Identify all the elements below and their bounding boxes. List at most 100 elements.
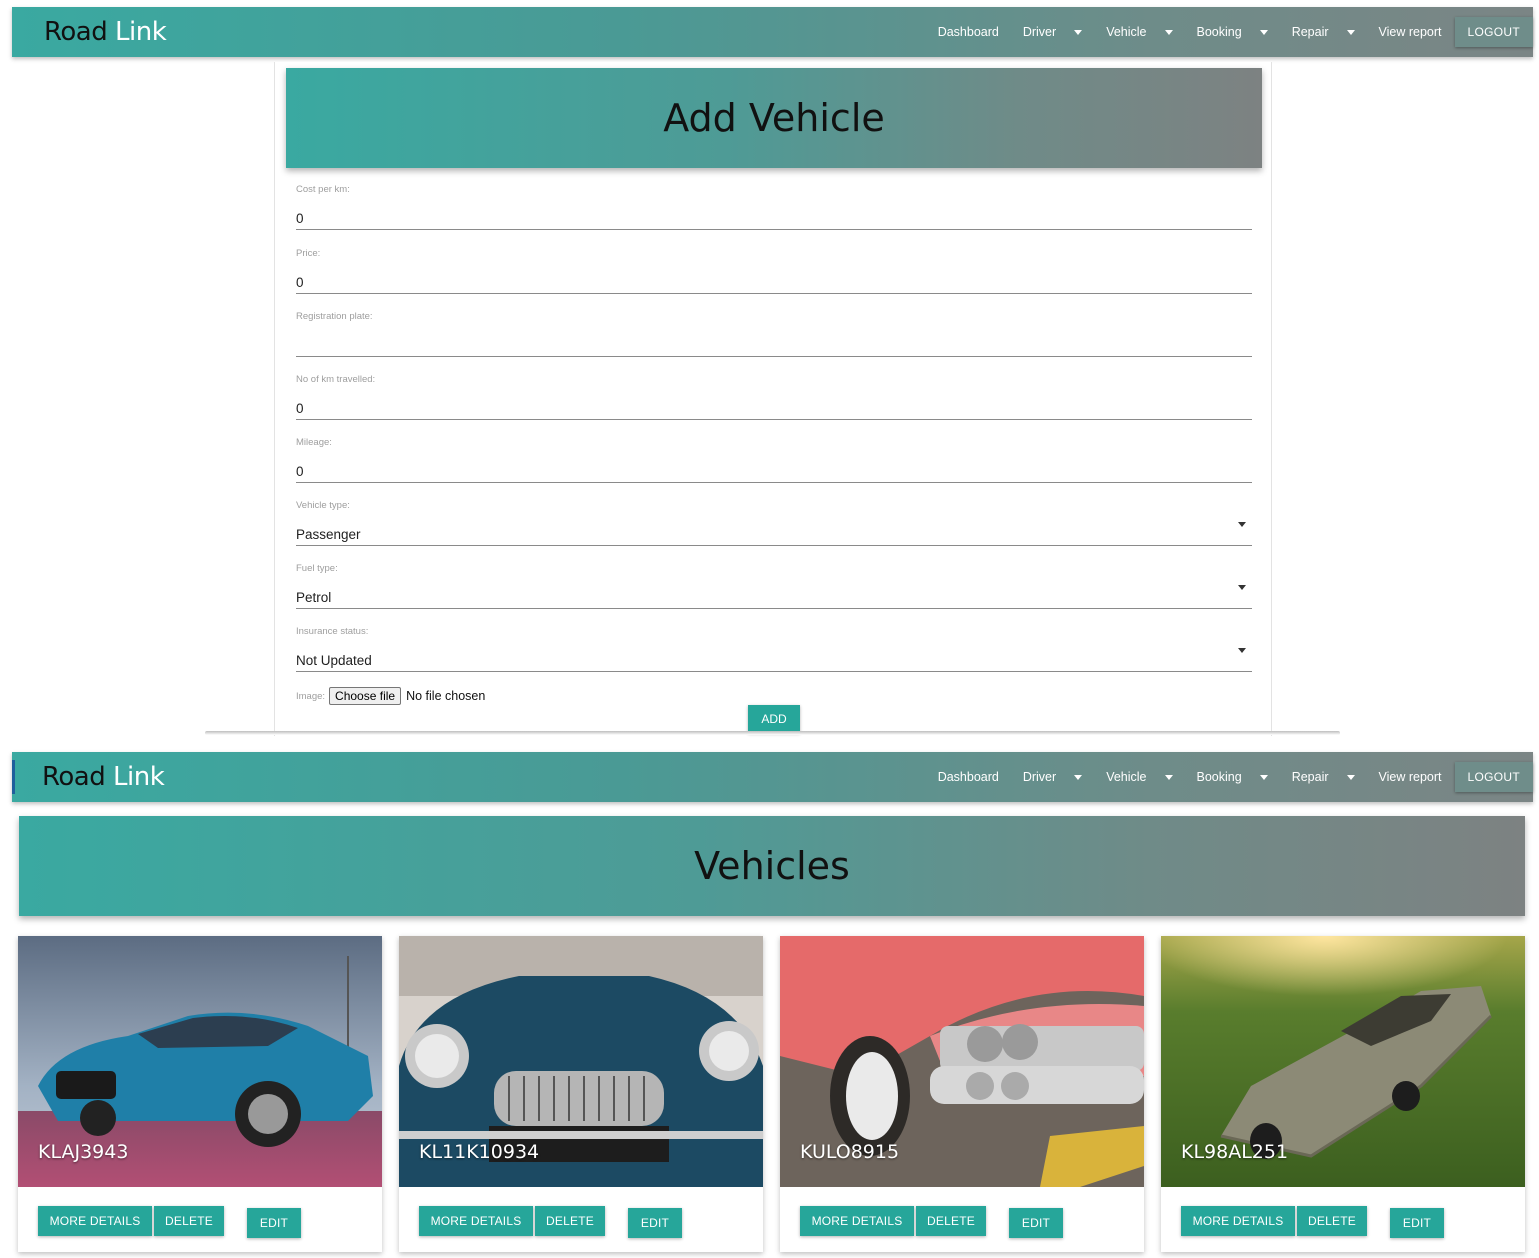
caret-down-icon (1074, 29, 1083, 35)
caret-down-icon (1074, 774, 1083, 780)
nav-driver-label: Driver (1022, 770, 1057, 784)
delete-button[interactable]: DELETE (535, 1206, 605, 1236)
insurance-status-field[interactable]: Insurance status: Not Updated (296, 626, 1252, 672)
edit-button[interactable]: EDIT (1009, 1208, 1063, 1238)
vehicle-card: KL98AL251 MORE DETAILS DELETE EDIT (1161, 936, 1525, 1252)
nav-driver-dropdown[interactable]: Driver (1011, 752, 1094, 802)
caret-down-icon (1346, 774, 1355, 780)
registration-plate-input[interactable] (296, 338, 1252, 356)
vehicle-card: KULO8915 MORE DETAILS DELETE EDIT (780, 936, 1144, 1252)
vehicles-header: Vehicles (19, 816, 1525, 916)
nav-dashboard-label: Dashboard (937, 25, 999, 39)
top-navbar: Road Link Dashboard Driver Vehicle Booki… (12, 7, 1533, 57)
price-field[interactable]: Price: 0 (296, 248, 1252, 294)
more-details-button[interactable]: MORE DETAILS (1181, 1206, 1295, 1236)
choose-file-button[interactable]: Choose file (329, 687, 402, 705)
vehicle-photo: KL98AL251 (1161, 936, 1525, 1187)
delete-button[interactable]: DELETE (916, 1206, 986, 1236)
nav-view-report[interactable]: View report (1367, 7, 1454, 57)
nav-dashboard-label: Dashboard (937, 770, 999, 784)
caret-down-icon (1259, 29, 1268, 35)
price-input[interactable]: 0 (296, 275, 1252, 293)
cost-per-km-field[interactable]: Cost per km: 0 (296, 184, 1252, 230)
brand-link: Link (115, 17, 167, 47)
nav-vehicle-dropdown[interactable]: Vehicle (1094, 752, 1184, 802)
vehicle-photo: KL11K10934 (399, 936, 763, 1187)
logout-button[interactable]: LOGOUT (1454, 17, 1533, 47)
image-label: Image: (296, 690, 326, 702)
more-details-button[interactable]: MORE DETAILS (419, 1206, 533, 1236)
mileage-label: Mileage: (296, 437, 332, 448)
km-travelled-input[interactable]: 0 (296, 401, 1252, 419)
mileage-input[interactable]: 0 (296, 464, 1252, 482)
delete-button[interactable]: DELETE (1297, 1206, 1367, 1236)
nav-vehicle-dropdown[interactable]: Vehicle (1094, 7, 1184, 57)
vehicle-plate: KL98AL251 (1181, 1141, 1289, 1163)
vehicle-photo: KULO8915 (780, 936, 1144, 1187)
form-header: Add Vehicle (286, 68, 1262, 168)
km-travelled-field[interactable]: No of km travelled: 0 (296, 374, 1252, 420)
nav-driver-dropdown[interactable]: Driver (1011, 7, 1094, 57)
vehicle-plate: KLAJ3943 (38, 1141, 129, 1163)
logout-button[interactable]: LOGOUT (1454, 762, 1533, 792)
insurance-status-label: Insurance status: (296, 626, 369, 637)
nav-links: Dashboard Driver Vehicle Booking Repair … (926, 752, 1533, 802)
delete-button[interactable]: DELETE (154, 1206, 224, 1236)
nav-view-report[interactable]: View report (1367, 752, 1454, 802)
vehicle-plate: KL11K10934 (419, 1141, 540, 1163)
vehicle-card: KL11K10934 MORE DETAILS DELETE EDIT (399, 936, 763, 1252)
add-button[interactable]: ADD (748, 705, 800, 733)
card-actions: MORE DETAILS DELETE EDIT (399, 1187, 763, 1252)
caret-down-icon (1164, 774, 1173, 780)
caret-down-icon (1259, 774, 1268, 780)
card-actions: MORE DETAILS DELETE EDIT (18, 1187, 382, 1252)
insurance-status-select[interactable]: Not Updated (296, 653, 1252, 671)
nav-dashboard[interactable]: Dashboard (926, 752, 1011, 802)
nav-dashboard[interactable]: Dashboard (926, 7, 1011, 57)
dropdown-arrow-icon (1238, 585, 1246, 590)
nav-booking-label: Booking (1196, 25, 1242, 39)
registration-plate-field[interactable]: Registration plate: (296, 311, 1252, 357)
bottom-navbar: Road Link Dashboard Driver Vehicle Booki… (12, 752, 1533, 802)
nav-repair-dropdown[interactable]: Repair (1280, 7, 1367, 57)
brand-logo[interactable]: Road Link (42, 762, 165, 792)
mileage-field[interactable]: Mileage: 0 (296, 437, 1252, 483)
fuel-type-field[interactable]: Fuel type: Petrol (296, 563, 1252, 609)
brand-road: Road (42, 762, 106, 792)
card-actions: MORE DETAILS DELETE EDIT (1161, 1187, 1525, 1252)
vehicle-type-select[interactable]: Passenger (296, 527, 1252, 545)
edit-button[interactable]: EDIT (247, 1208, 301, 1238)
edit-button[interactable]: EDIT (628, 1208, 682, 1238)
caret-down-icon (1164, 29, 1173, 35)
sidebar-toggle-edge (12, 760, 15, 794)
screen-divider (205, 731, 1340, 735)
nav-repair-dropdown[interactable]: Repair (1280, 752, 1367, 802)
nav-vehicle-label: Vehicle (1106, 25, 1147, 39)
brand-road: Road (44, 17, 108, 47)
page-title: Add Vehicle (663, 96, 885, 140)
fuel-type-label: Fuel type: (296, 563, 338, 574)
nav-links: Dashboard Driver Vehicle Booking Repair … (926, 7, 1533, 57)
brand-logo[interactable]: Road Link (44, 17, 167, 47)
km-travelled-label: No of km travelled: (296, 374, 376, 385)
nav-repair-label: Repair (1291, 770, 1329, 784)
fuel-type-select[interactable]: Petrol (296, 590, 1252, 608)
vehicle-plate: KULO8915 (800, 1141, 900, 1163)
add-vehicle-form-card: Add Vehicle Cost per km: 0 Price: 0 Regi… (274, 62, 1272, 736)
nav-booking-dropdown[interactable]: Booking (1185, 752, 1280, 802)
more-details-button[interactable]: MORE DETAILS (800, 1206, 914, 1236)
vehicle-card: KLAJ3943 MORE DETAILS DELETE EDIT (18, 936, 382, 1252)
vehicle-photo: KLAJ3943 (18, 936, 382, 1187)
edit-button[interactable]: EDIT (1390, 1208, 1444, 1238)
vehicle-type-field[interactable]: Vehicle type: Passenger (296, 500, 1252, 546)
cost-per-km-input[interactable]: 0 (296, 211, 1252, 229)
nav-booking-dropdown[interactable]: Booking (1185, 7, 1280, 57)
dropdown-arrow-icon (1238, 648, 1246, 653)
more-details-button[interactable]: MORE DETAILS (38, 1206, 152, 1236)
card-actions: MORE DETAILS DELETE EDIT (780, 1187, 1144, 1252)
cost-per-km-label: Cost per km: (296, 184, 350, 195)
nav-view-report-label: View report (1378, 770, 1442, 784)
file-status: No file chosen (406, 689, 486, 703)
brand-link: Link (113, 762, 165, 792)
page-title: Vehicles (694, 844, 850, 888)
